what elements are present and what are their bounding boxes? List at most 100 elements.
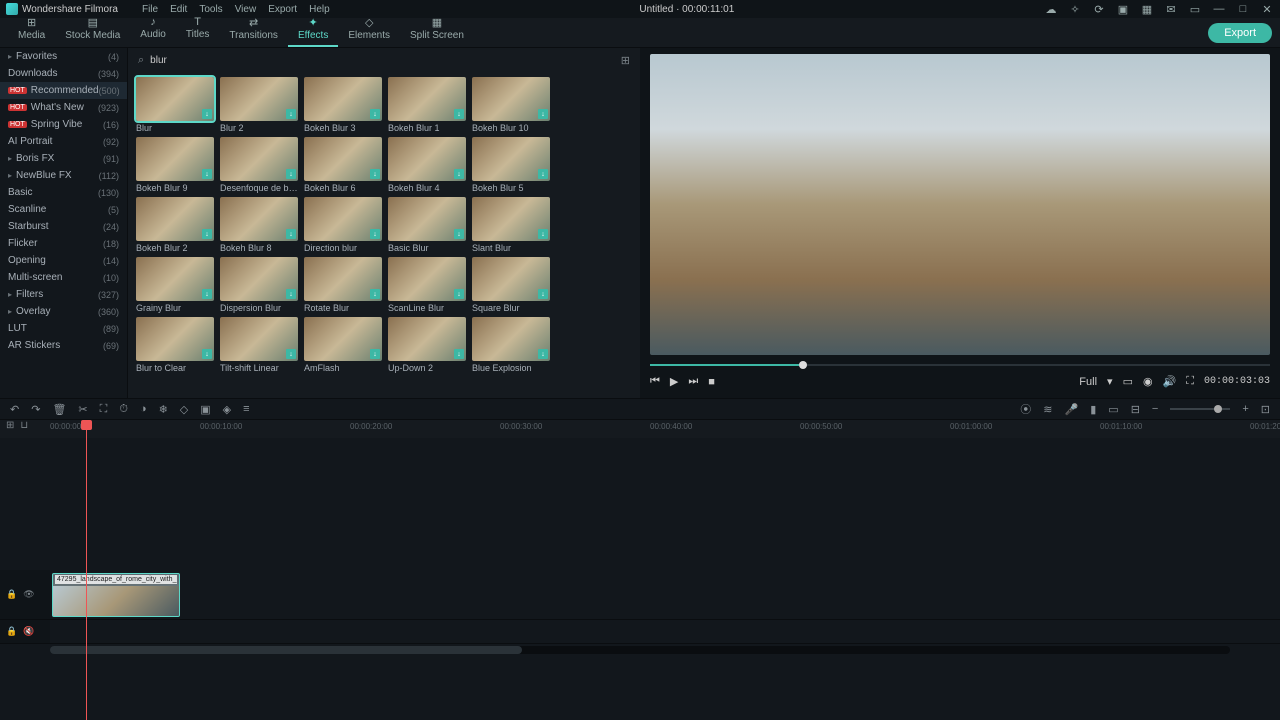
preview-scrubber[interactable] xyxy=(650,359,1270,371)
effect-thumb[interactable]: ↓Blue Explosion xyxy=(472,317,550,373)
sidebar-item-flicker[interactable]: Flicker(18) xyxy=(0,235,127,252)
download-icon[interactable]: ↓ xyxy=(286,289,296,299)
tab-stock-media[interactable]: ▤Stock Media xyxy=(55,14,130,47)
sidebar-item-overlay[interactable]: ▸Overlay(360) xyxy=(0,303,127,320)
color-icon[interactable]: ◑ xyxy=(140,403,147,415)
effect-thumb[interactable]: ↓AmFlash xyxy=(304,317,382,373)
preview-canvas[interactable] xyxy=(650,54,1270,355)
timeline-clip[interactable]: 47295_landscape_of_rome_city_with_river xyxy=(52,573,180,617)
download-icon[interactable]: ↓ xyxy=(202,349,212,359)
lock-icon[interactable]: 🔒 xyxy=(6,589,17,600)
sidebar-item-filters[interactable]: ▸Filters(327) xyxy=(0,286,127,303)
effect-thumb[interactable]: ↓Basic Blur xyxy=(388,197,466,253)
effect-thumb[interactable]: ↓Square Blur xyxy=(472,257,550,313)
tab-split-screen[interactable]: ▦Split Screen xyxy=(400,14,474,47)
menu-export[interactable]: Export xyxy=(268,4,297,15)
download-icon[interactable]: ↓ xyxy=(454,109,464,119)
zoom-slider[interactable] xyxy=(1170,408,1230,410)
download-icon[interactable]: ↓ xyxy=(454,349,464,359)
sidebar-item-starburst[interactable]: Starburst(24) xyxy=(0,218,127,235)
download-icon[interactable]: ↓ xyxy=(286,229,296,239)
keyframe-icon[interactable]: ◇ xyxy=(180,403,188,416)
grid-icon[interactable]: ▦ xyxy=(1140,2,1154,16)
sidebar-item-basic[interactable]: Basic(130) xyxy=(0,184,127,201)
mark-icon[interactable]: ◈ xyxy=(223,403,231,416)
tab-titles[interactable]: TTitles xyxy=(176,14,220,47)
fullscreen-icon[interactable]: ⛶ xyxy=(1186,375,1194,388)
snapshot-icon[interactable]: ◉ xyxy=(1143,375,1153,388)
more-icon[interactable]: ≡ xyxy=(243,403,249,415)
download-icon[interactable]: ↓ xyxy=(202,289,212,299)
stop-button[interactable]: ■ xyxy=(708,376,715,388)
menu-file[interactable]: File xyxy=(142,4,158,15)
crop-icon[interactable]: ⛶ xyxy=(100,403,108,416)
marker-add-icon[interactable]: ▮ xyxy=(1090,403,1096,416)
mail-icon[interactable]: ✉ xyxy=(1164,2,1178,16)
effect-thumb[interactable]: ↓Blur xyxy=(136,77,214,133)
audio-track[interactable]: 🔒 🔇 xyxy=(0,620,1280,644)
effect-thumb[interactable]: ↓Slant Blur xyxy=(472,197,550,253)
effect-thumb[interactable]: ↓Tilt-shift Linear xyxy=(220,317,298,373)
mute-icon[interactable]: 🔇 xyxy=(23,626,34,637)
download-icon[interactable]: ↓ xyxy=(286,109,296,119)
download-icon[interactable]: ↓ xyxy=(370,229,380,239)
sidebar-item-boris-fx[interactable]: ▸Boris FX(91) xyxy=(0,150,127,167)
sparkle-icon[interactable]: ✧ xyxy=(1068,2,1082,16)
timeline-scrollbar[interactable] xyxy=(50,646,1230,654)
cut-icon[interactable]: ✂ xyxy=(78,403,87,416)
export-button[interactable]: Export xyxy=(1208,23,1272,43)
cloud-icon[interactable]: ☁ xyxy=(1044,2,1058,16)
sidebar-item-what-s-new[interactable]: HOTWhat's New(923) xyxy=(0,99,127,116)
effect-thumb[interactable]: ↓Bokeh Blur 5 xyxy=(472,137,550,193)
menu-tools[interactable]: Tools xyxy=(199,4,222,15)
download-icon[interactable]: ↓ xyxy=(286,169,296,179)
tab-effects[interactable]: ✦Effects xyxy=(288,14,338,47)
tab-transitions[interactable]: ⇄Transitions xyxy=(219,14,288,47)
download-icon[interactable]: ↓ xyxy=(538,109,548,119)
sidebar-item-multi-screen[interactable]: Multi-screen(10) xyxy=(0,269,127,286)
eye-icon[interactable]: 👁 xyxy=(23,589,34,600)
download-icon[interactable]: ↓ xyxy=(538,349,548,359)
minimize-icon[interactable]: — xyxy=(1212,2,1226,16)
zoom-out-icon[interactable]: − xyxy=(1152,403,1158,415)
play-button[interactable]: ▶ xyxy=(670,375,678,388)
notify-icon[interactable]: ▣ xyxy=(1116,2,1130,16)
effect-thumb[interactable]: ↓Bokeh Blur 10 xyxy=(472,77,550,133)
search-input[interactable] xyxy=(150,55,615,66)
freeze-icon[interactable]: ❄ xyxy=(159,403,168,416)
effect-thumb[interactable]: ↓Bokeh Blur 2 xyxy=(136,197,214,253)
menu-help[interactable]: Help xyxy=(309,4,330,15)
delete-icon[interactable]: 🗑 xyxy=(52,403,66,416)
download-icon[interactable]: ↓ xyxy=(454,229,464,239)
zoom-in-icon[interactable]: + xyxy=(1242,403,1248,415)
sidebar-item-opening[interactable]: Opening(14) xyxy=(0,252,127,269)
tab-audio[interactable]: ♪Audio xyxy=(130,14,176,47)
sidebar-item-recommended[interactable]: HOTRecommended(500) xyxy=(0,82,127,99)
track-icon[interactable]: ▭ xyxy=(1108,403,1118,416)
zoom-fit-icon[interactable]: ⊡ xyxy=(1261,403,1270,416)
effect-thumb[interactable]: ↓Bokeh Blur 3 xyxy=(304,77,382,133)
sidebar-item-spring-vibe[interactable]: HOTSpring Vibe(16) xyxy=(0,116,127,133)
mic-icon[interactable]: 🎤 xyxy=(1065,403,1079,416)
display-icon[interactable]: ▭ xyxy=(1123,375,1133,388)
download-icon[interactable]: ↓ xyxy=(538,229,548,239)
effect-thumb[interactable]: ↓Blur 2 xyxy=(220,77,298,133)
speed-icon[interactable]: ⏱ xyxy=(119,403,128,416)
timeline-ruler[interactable]: ⊞ ⊔ 00:00:00:0000:00:10:0000:00:20:0000:… xyxy=(0,420,1280,438)
green-icon[interactable]: ▣ xyxy=(200,403,210,416)
download-icon[interactable]: ↓ xyxy=(538,289,548,299)
snap-icon[interactable]: ⊟ xyxy=(1131,403,1140,416)
effect-thumb[interactable]: ↓Desenfoque de bokeh... xyxy=(220,137,298,193)
record-icon[interactable]: ⦿ xyxy=(1020,401,1031,417)
next-frame-button[interactable]: ⏭ xyxy=(688,375,698,388)
undo-icon[interactable]: ↶ xyxy=(10,403,19,416)
effect-thumb[interactable]: ↓Rotate Blur xyxy=(304,257,382,313)
sidebar-item-scanline[interactable]: Scanline(5) xyxy=(0,201,127,218)
download-icon[interactable]: ↓ xyxy=(370,289,380,299)
effect-thumb[interactable]: ↓Bokeh Blur 1 xyxy=(388,77,466,133)
magnet-icon[interactable]: ⊔ xyxy=(20,420,28,431)
download-icon[interactable]: ↓ xyxy=(454,289,464,299)
sidebar-item-newblue-fx[interactable]: ▸NewBlue FX(112) xyxy=(0,167,127,184)
sidebar-item-ar-stickers[interactable]: AR Stickers(69) xyxy=(0,337,127,354)
prev-frame-button[interactable]: ⏮ xyxy=(650,375,660,388)
